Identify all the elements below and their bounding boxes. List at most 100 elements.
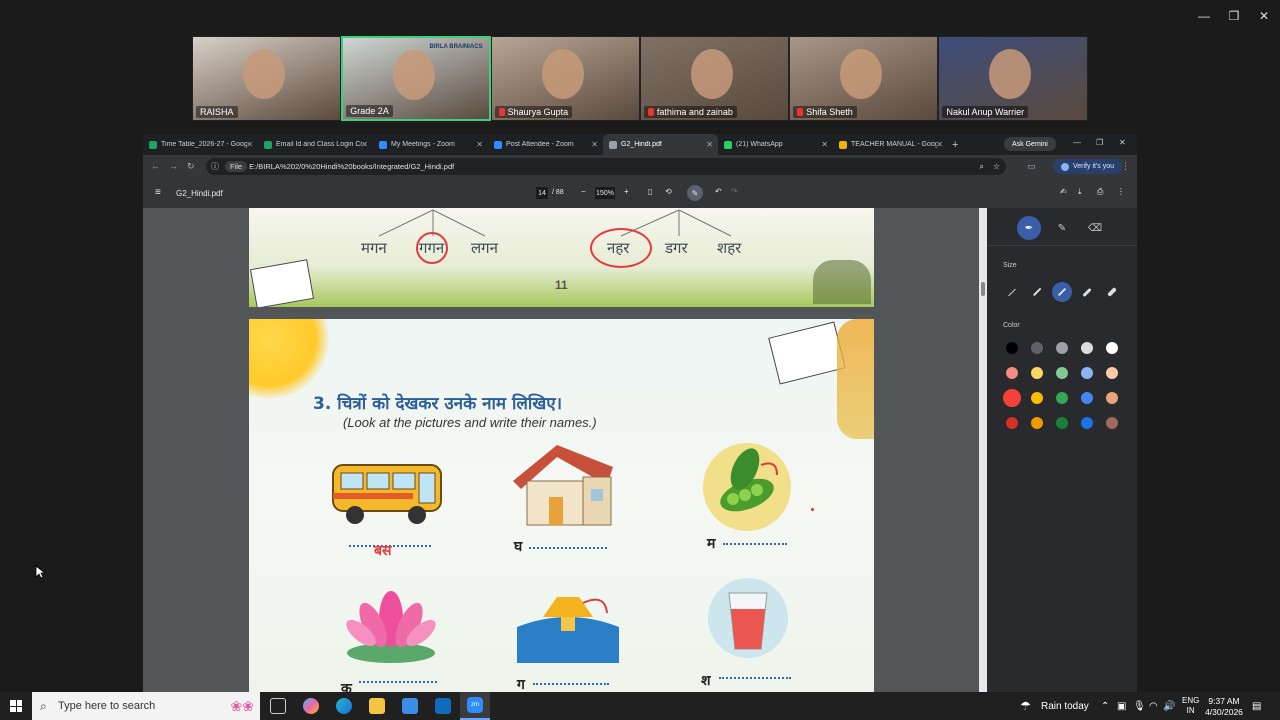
browser-restore-button[interactable]: ❐ (1096, 138, 1103, 147)
browser-tab[interactable]: G2_Hindi.pdf ✕ (603, 134, 718, 155)
highlighter-tool[interactable]: ✎ (1050, 216, 1074, 240)
participant-tile[interactable]: Shifa Sheth (789, 36, 939, 121)
forward-icon[interactable]: → (169, 161, 178, 171)
zoom-in-button[interactable]: + (624, 187, 629, 196)
color-swatch[interactable] (1056, 342, 1068, 354)
verify-button[interactable]: Verify it's you (1053, 159, 1123, 174)
color-swatch[interactable] (1081, 417, 1093, 429)
windows-start-icon[interactable] (10, 700, 22, 712)
participant-tile[interactable]: BIRLA BRAINIACS Grade 2A (341, 36, 491, 121)
browser-tab[interactable]: Email Id and Class Login Cre ✕ (258, 134, 373, 155)
tab-favicon-icon (724, 140, 732, 149)
color-swatch[interactable] (1081, 367, 1093, 379)
redo-icon[interactable]: ↷ (731, 187, 738, 196)
copilot-icon[interactable] (303, 698, 319, 714)
size-option-4[interactable] (1077, 282, 1097, 302)
language-indicator[interactable]: ENG IN (1182, 696, 1199, 716)
bookmark-star-icon[interactable]: ☆ (993, 162, 1000, 171)
wifi-icon[interactable]: ◠ (1149, 692, 1158, 720)
annotation-toggle-icon[interactable]: ✍ (1060, 187, 1067, 196)
browser-tab[interactable]: TEACHER MANUAL - Googl ✕ (833, 134, 948, 155)
participant-tile[interactable]: fathima and zainab (639, 36, 790, 121)
hamburger-icon[interactable]: ≡ (155, 187, 161, 198)
rotate-icon[interactable]: ⟲ (665, 187, 672, 196)
chevron-up-icon[interactable]: ⌃ (1101, 692, 1109, 720)
zoom-level-input[interactable]: 150% (595, 187, 615, 199)
color-swatch[interactable] (1056, 367, 1068, 379)
more-options-icon[interactable]: ⋮ (1117, 187, 1125, 196)
color-swatch[interactable] (1106, 392, 1118, 404)
color-swatch[interactable] (1006, 367, 1018, 379)
pen-tool[interactable]: ✒ (1017, 216, 1041, 240)
weather-label[interactable]: Rain today (1041, 692, 1089, 720)
tab-close-icon[interactable]: ✕ (246, 140, 253, 149)
scrollbar[interactable] (979, 208, 987, 692)
tab-close-icon[interactable]: ✕ (706, 140, 713, 149)
color-swatch[interactable] (1003, 389, 1021, 407)
browser-tab[interactable]: Post Attendee - Zoom ✕ (488, 134, 603, 155)
zoom-out-button[interactable]: − (581, 187, 586, 196)
menu-kebab-icon[interactable]: ⋮ (1121, 161, 1130, 172)
size-option-2[interactable] (1027, 282, 1047, 302)
size-option-1[interactable] (1002, 282, 1022, 302)
volume-icon[interactable]: 🔊 (1163, 692, 1175, 720)
browser-tab[interactable]: Time Table_2026-27 - Googl ✕ (143, 134, 258, 155)
browser-tab[interactable]: (21) WhatsApp ✕ (718, 134, 833, 155)
outlook-icon[interactable] (435, 698, 451, 714)
tab-close-icon[interactable]: ✕ (361, 140, 368, 149)
browser-close-button[interactable]: ✕ (1119, 138, 1126, 147)
browser-tab[interactable]: My Meetings - Zoom ✕ (373, 134, 488, 155)
annotate-icon[interactable]: ✎ (687, 185, 703, 201)
color-swatch[interactable] (1031, 367, 1043, 379)
page-number-input[interactable]: 14 (536, 187, 548, 199)
zoom-icon[interactable]: ⌕ (980, 162, 984, 172)
minimize-button[interactable]: — (1189, 6, 1219, 26)
tab-close-icon[interactable]: ✕ (476, 140, 483, 149)
file-explorer-icon[interactable] (369, 698, 385, 714)
close-button[interactable]: ✕ (1249, 6, 1279, 26)
network-icon[interactable]: ▣ (1117, 692, 1126, 720)
task-view-icon[interactable] (270, 698, 286, 714)
mic-icon[interactable]: 🎙 (1133, 692, 1146, 720)
color-swatch[interactable] (1031, 342, 1043, 354)
color-swatch[interactable] (1031, 392, 1043, 404)
eraser-tool[interactable]: ⌫ (1083, 216, 1107, 240)
print-icon[interactable]: ⎙ (1097, 187, 1103, 197)
edge-icon[interactable] (336, 698, 352, 714)
tab-close-icon[interactable]: ✕ (821, 140, 828, 149)
ask-gemini-button[interactable]: Ask Gemini (1004, 137, 1056, 151)
zoom-app-icon[interactable]: zm (460, 692, 490, 720)
tab-close-icon[interactable]: ✕ (936, 140, 943, 149)
color-swatch[interactable] (1031, 417, 1043, 429)
color-swatch[interactable] (1081, 392, 1093, 404)
sidepanel-icon[interactable]: ▭ (1027, 161, 1036, 172)
clock[interactable]: 9:37 AM 4/30/2026 (1204, 696, 1244, 718)
fit-page-icon[interactable]: ▯ (648, 187, 652, 196)
download-icon[interactable]: ⤓ (1078, 187, 1082, 197)
url-input[interactable]: ⓘ File E:/BIRLA%202/0%20Hindi%20books/In… (206, 158, 1006, 175)
scrollbar-thumb[interactable] (981, 282, 985, 296)
back-icon[interactable]: ← (151, 161, 160, 171)
color-swatch[interactable] (1056, 417, 1068, 429)
participant-tile[interactable]: RAISHA (192, 36, 342, 121)
undo-icon[interactable]: ↶ (715, 187, 722, 196)
new-tab-button[interactable]: + (952, 139, 958, 151)
taskbar-search-input[interactable]: ⌕ Type here to search ❀❀ (32, 692, 260, 720)
color-swatch[interactable] (1106, 367, 1118, 379)
notification-icon[interactable]: ▤ (1252, 692, 1261, 720)
reload-icon[interactable]: ↻ (187, 161, 195, 172)
color-swatch[interactable] (1006, 342, 1018, 354)
participant-tile[interactable]: Shaurya Gupta (490, 36, 640, 121)
color-swatch[interactable] (1056, 392, 1068, 404)
tab-close-icon[interactable]: ✕ (591, 140, 598, 149)
browser-minimize-button[interactable]: — (1073, 138, 1081, 147)
color-swatch[interactable] (1106, 417, 1118, 429)
store-icon[interactable] (402, 698, 418, 714)
color-swatch[interactable] (1106, 342, 1118, 354)
restore-button[interactable]: ❐ (1219, 6, 1249, 26)
size-option-5[interactable] (1102, 282, 1122, 302)
color-swatch[interactable] (1081, 342, 1093, 354)
color-swatch[interactable] (1006, 417, 1018, 429)
participant-tile[interactable]: Nakul Anup Warrier (938, 36, 1088, 121)
size-option-3[interactable] (1052, 282, 1072, 302)
